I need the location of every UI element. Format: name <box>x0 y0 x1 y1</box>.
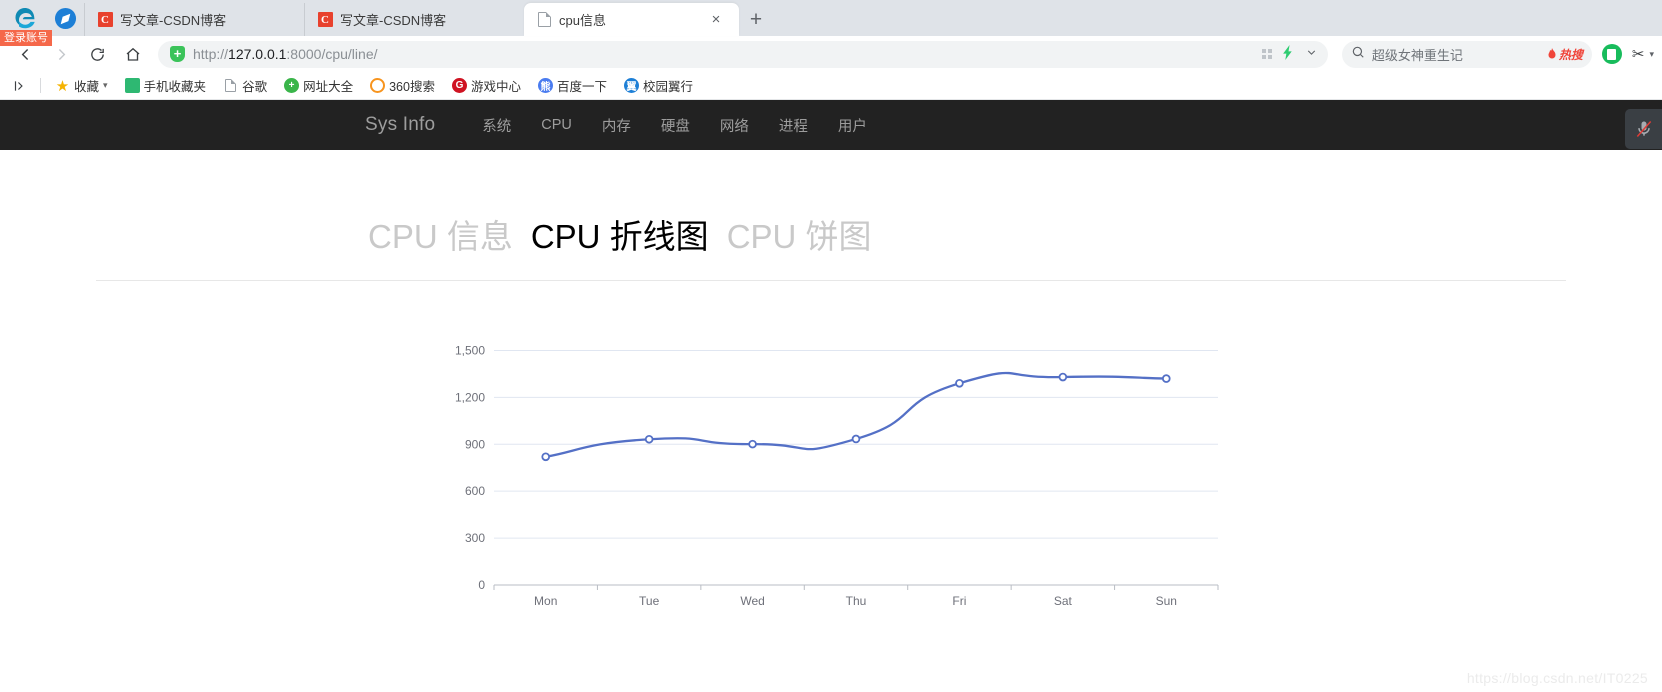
chart-data-point[interactable] <box>644 434 654 444</box>
browser-chrome: 登录账号 C 写文章-CSDN博客 C 写文章-CSDN博客 cpu信息 × +… <box>0 0 1662 100</box>
page-icon <box>536 12 552 28</box>
browser-tab[interactable]: C 写文章-CSDN博客 <box>304 3 524 36</box>
chart-data-point[interactable] <box>541 452 551 462</box>
tab-title: 写文章-CSDN博客 <box>340 13 447 28</box>
nav-item-cpu[interactable]: CPU <box>526 117 587 133</box>
page-title-tabs: CPU 信息 CPU 折线图 CPU 饼图 <box>96 150 1566 281</box>
chevron-down-icon[interactable]: ▾ <box>1649 49 1654 60</box>
shield-security-icon <box>170 46 185 62</box>
microphone-muted-icon[interactable] <box>1625 109 1662 149</box>
x-axis-tick-label: Sat <box>1054 594 1073 608</box>
home-icon[interactable] <box>116 39 150 69</box>
chart-data-point[interactable] <box>1161 374 1171 383</box>
chart-data-point[interactable] <box>1058 372 1068 382</box>
csdn-icon: C <box>317 12 333 28</box>
chevron-down-icon[interactable] <box>1305 46 1318 62</box>
chart-canvas[interactable]: 0 300 600 900 1,200 1,500 Mon Tue Wed Thu Fri Sat Su… <box>446 319 1226 619</box>
divider <box>40 78 41 93</box>
paw-icon: 熊 <box>537 78 553 93</box>
bookmark-item[interactable]: ★ 收藏 ▾ <box>49 74 114 97</box>
nav-item-memory[interactable]: 内存 <box>587 115 646 136</box>
wing-icon: 翼 <box>623 78 639 93</box>
bookmark-item[interactable]: 熊 百度一下 <box>532 74 613 97</box>
nav-item-disk[interactable]: 硬盘 <box>646 115 705 136</box>
nav-item-process[interactable]: 进程 <box>764 115 823 136</box>
bookmark-item[interactable]: 翼 校园翼行 <box>618 74 699 97</box>
bookmark-label: 校园翼行 <box>642 80 693 94</box>
phone-icon <box>124 78 140 93</box>
nav-item-system[interactable]: 系统 <box>467 115 526 136</box>
watermark: https://blog.csdn.net/IT0225 <box>1466 670 1648 686</box>
star-icon: ★ <box>55 77 70 95</box>
csdn-icon: C <box>97 12 113 28</box>
x-axis-tick-label: Sun <box>1156 594 1177 608</box>
site-navbar: Sys Info 系统 CPU 内存 硬盘 网络 进程 用户 <box>0 100 1662 150</box>
site-brand[interactable]: Sys Info <box>365 114 435 136</box>
address-bar[interactable]: http://127.0.0.1:8000/cpu/line/ <box>158 40 1328 68</box>
browser-toolbar: http://127.0.0.1:8000/cpu/line/ 超级女神重生记 … <box>0 36 1662 72</box>
bookmark-panel-toggle[interactable] <box>6 77 32 95</box>
bookmark-label: 收藏 <box>74 80 100 94</box>
title-tab-cpu-pie[interactable]: CPU 饼图 <box>727 210 872 258</box>
x-axis-tick-label: Wed <box>740 594 764 608</box>
tab-title: cpu信息 <box>559 13 606 28</box>
login-account-badge[interactable]: 登录账号 <box>0 30 52 46</box>
bookmarks-bar: ★ 收藏 ▾ 手机收藏夹 谷歌 + 网址大全 360搜索 G 游戏中心 熊 百度… <box>0 72 1662 100</box>
reload-icon[interactable] <box>80 39 114 69</box>
address-bar-url: http://127.0.0.1:8000/cpu/line/ <box>193 46 378 62</box>
lightning-icon[interactable] <box>1283 45 1294 63</box>
x-axis-tick-label: Tue <box>639 594 660 608</box>
x-axis-tick-label: Mon <box>534 594 557 608</box>
new-tab-button[interactable]: + <box>739 3 773 36</box>
bookmark-label: 手机收藏夹 <box>143 80 207 94</box>
screenshot-scissors-icon[interactable]: ✂ <box>1632 45 1645 63</box>
bookmark-label: 游戏中心 <box>470 80 521 94</box>
browser-tab[interactable]: C 写文章-CSDN博客 <box>84 3 304 36</box>
bookmark-item[interactable]: 手机收藏夹 <box>119 74 213 97</box>
bookmark-label: 360搜索 <box>389 80 435 94</box>
chart-data-point[interactable] <box>955 378 964 388</box>
bookmark-item[interactable]: G 游戏中心 <box>446 74 527 97</box>
bookmark-label: 谷歌 <box>242 80 268 94</box>
chevron-down-icon[interactable]: ▾ <box>103 80 108 91</box>
profile-avatar[interactable] <box>1601 44 1622 64</box>
globe-icon: + <box>284 78 300 93</box>
circle-icon <box>370 78 386 93</box>
nav-item-user[interactable]: 用户 <box>823 115 882 136</box>
y-axis-tick-label: 600 <box>465 484 485 498</box>
y-axis-tick-label: 300 <box>465 531 485 545</box>
title-tab-cpu-info[interactable]: CPU 信息 <box>368 210 513 258</box>
close-icon[interactable]: × <box>707 12 725 27</box>
search-box[interactable]: 超级女神重生记 热搜 <box>1341 40 1592 68</box>
chart-data-point[interactable] <box>851 434 861 444</box>
tab-title: 写文章-CSDN博客 <box>120 13 227 28</box>
y-axis-tick-label: 1,500 <box>455 343 485 357</box>
bookmark-item[interactable]: + 网址大全 <box>278 74 359 97</box>
cpu-line-chart[interactable]: 0 300 600 900 1,200 1,500 Mon Tue Wed Thu Fri Sat Su… <box>446 319 1506 619</box>
title-tab-cpu-line[interactable]: CPU 折线图 <box>531 210 709 258</box>
page-content: CPU 信息 CPU 折线图 CPU 饼图 0 300 600 900 1,200 1,5… <box>0 150 1662 619</box>
hot-search-badge[interactable]: 热搜 <box>1546 46 1583 63</box>
bookmark-label: 网址大全 <box>303 80 354 94</box>
bookmark-label: 百度一下 <box>556 80 607 94</box>
x-axis-tick-label: Thu <box>846 594 867 608</box>
x-axis-tick-label: Fri <box>952 594 966 608</box>
y-axis-tick-label: 0 <box>478 578 485 592</box>
search-query-text: 超级女神重生记 <box>1371 47 1463 63</box>
bookmark-item[interactable]: 360搜索 <box>364 74 441 97</box>
chart-data-point[interactable] <box>748 439 757 449</box>
page-icon <box>223 78 238 93</box>
search-icon <box>1351 45 1365 64</box>
browser-tab-active[interactable]: cpu信息 × <box>524 3 739 36</box>
y-axis-tick-label: 1,200 <box>455 390 485 404</box>
y-axis-tick-label: 900 <box>465 437 485 451</box>
tab-strip: C 写文章-CSDN博客 C 写文章-CSDN博客 cpu信息 × + <box>0 0 1662 36</box>
bookmark-item[interactable]: 谷歌 <box>217 74 273 97</box>
apps-grid-icon[interactable] <box>1261 49 1272 59</box>
game-icon: G <box>451 78 467 93</box>
nav-item-network[interactable]: 网络 <box>705 115 764 136</box>
